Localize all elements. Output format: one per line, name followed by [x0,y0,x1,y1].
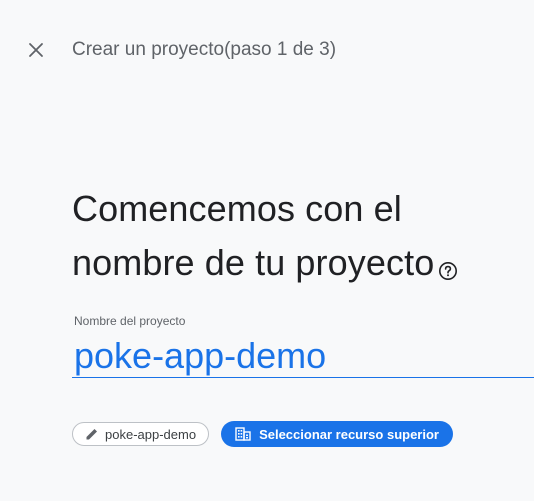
chip-row: poke-app-demo Seleccionar recurso superi… [72,421,453,447]
headline-line-1: Comencemos con el [72,188,402,229]
select-parent-resource-button[interactable]: Seleccionar recurso superior [221,421,453,447]
step-title: Crear un proyecto(paso 1 de 3) [72,39,337,60]
pencil-icon [86,429,97,440]
project-name-label: Nombre del proyecto [74,314,186,328]
headline-line-2-text: nombre de tu proyecto [72,242,435,283]
headline-line-2: nombre de tu proyecto [72,236,522,290]
page-headline: Comencemos con el nombre de tu proyecto [72,182,522,290]
project-id-chip-label: poke-app-demo [105,426,197,442]
close-button[interactable] [24,38,48,62]
help-icon[interactable] [438,242,458,280]
organization-building-icon [235,427,251,441]
project-name-field: Nombre del proyecto [72,312,534,384]
close-icon [29,43,43,57]
project-name-input[interactable] [72,334,534,378]
select-parent-resource-label: Seleccionar recurso superior [259,426,439,442]
project-id-chip[interactable]: poke-app-demo [72,422,210,446]
create-project-page: Crear un proyecto(paso 1 de 3) Comencemo… [0,0,534,501]
